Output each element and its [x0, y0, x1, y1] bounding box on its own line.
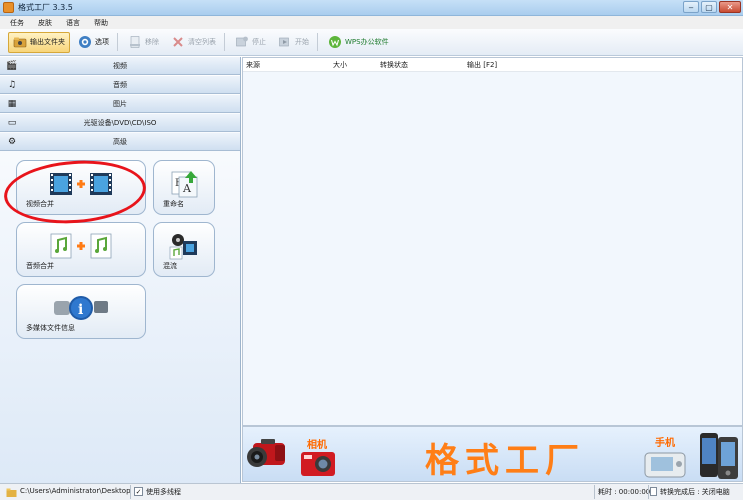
audio-merge-label: 音频合并 [26, 262, 54, 270]
category-picture[interactable]: ▦ 图片 [0, 95, 240, 113]
status-separator [130, 485, 131, 499]
close-button[interactable]: ✕ [719, 1, 741, 13]
digital-camera-icon [301, 452, 335, 476]
audio-merge-icon [50, 233, 112, 259]
gears-icon: ⚙ [7, 136, 17, 147]
after-convert-action[interactable]: 转换完成后 : 关闭电脑 [660, 487, 730, 497]
remove-label: 移除 [145, 38, 159, 46]
rename-tile[interactable]: B A 重命名 [153, 160, 215, 215]
output-folder-label: 输出文件夹 [30, 38, 65, 46]
multithread-label: 使用多线程 [146, 488, 181, 496]
category-video[interactable]: 🎬 视频 [0, 57, 240, 75]
menu-task[interactable]: 任务 [10, 18, 24, 28]
task-list-body [243, 72, 742, 425]
svg-text:A: A [182, 182, 192, 195]
feature-phone-icon [644, 452, 686, 478]
remove-document-icon [130, 36, 140, 48]
clear-list-button[interactable]: 清空列表 [167, 32, 220, 53]
maximize-button[interactable]: ▢ [701, 1, 717, 13]
wps-office-label: WPS办公软件 [345, 38, 389, 46]
media-info-tile[interactable]: i 多媒体文件信息 [16, 284, 146, 339]
media-info-label: 多媒体文件信息 [26, 324, 75, 332]
category-label: 光驱设备\DVD\CD\ISO [83, 118, 157, 127]
smartphone-icon [700, 433, 738, 479]
menu-bar: 任务 皮肤 语言 帮助 [0, 16, 743, 29]
mix-icon [169, 234, 197, 260]
category-label: 图片 [113, 99, 127, 108]
window-title: 格式工厂 3.3.5 [18, 3, 73, 12]
category-advanced[interactable]: ⚙ 高级 [0, 133, 240, 151]
column-source[interactable]: 来源 [246, 60, 260, 70]
column-output[interactable]: 输出 [F2] [467, 60, 497, 70]
category-label: 高级 [113, 137, 127, 146]
task-list[interactable]: 来源 大小 转换状态 输出 [F2] [242, 57, 743, 426]
output-folder-button[interactable]: 输出文件夹 [8, 31, 70, 53]
folder-icon [13, 37, 27, 48]
stop-icon [236, 36, 248, 47]
media-info-icon: i [54, 296, 108, 320]
minimize-button[interactable]: ‒ [683, 1, 699, 13]
menu-language[interactable]: 语言 [66, 18, 80, 28]
stop-label: 停止 [252, 38, 266, 46]
options-button[interactable]: 选项 [74, 32, 113, 53]
device-banner: 相机 格式工厂 手机 [242, 426, 743, 482]
category-audio[interactable]: ♫ 音频 [0, 76, 240, 94]
start-button[interactable]: 开始 [274, 32, 313, 53]
elapsed-time: 耗时 : 00:00:00 [598, 488, 651, 496]
svg-text:i: i [78, 302, 83, 318]
menu-help[interactable]: 帮助 [94, 18, 108, 28]
folder-path-icon [6, 488, 17, 497]
stop-button[interactable]: 停止 [231, 32, 270, 53]
remove-button[interactable]: 移除 [124, 32, 163, 53]
column-status[interactable]: 转换状态 [380, 60, 408, 70]
app-icon [3, 2, 14, 13]
mix-tile[interactable]: 混流 [153, 222, 215, 277]
picture-icon: ▦ [7, 98, 17, 109]
rename-icon: B A [171, 171, 198, 198]
title-bar: 格式工厂 3.3.5 ‒ ▢ ✕ [0, 0, 743, 16]
clear-x-icon [173, 37, 183, 47]
clear-list-label: 清空列表 [188, 38, 216, 46]
start-icon [279, 37, 289, 47]
film-icon: 🎬 [6, 60, 18, 71]
toolbar: 输出文件夹 选项 移除 清空列表 停止 开始 WPS办公软件 [0, 29, 743, 56]
category-label: 音频 [113, 80, 127, 89]
wps-logo-icon [329, 36, 341, 48]
multithread-checkbox[interactable]: ✓ [134, 487, 143, 496]
sidebar: 🎬 视频 ♫ 音频 ▦ 图片 ▭ 光驱设备\DVD\CD\ISO ⚙ 高级 视频… [0, 57, 241, 483]
options-gear-icon [79, 36, 91, 48]
status-separator [594, 485, 595, 499]
brand-title: 格式工厂 [425, 441, 585, 481]
column-size[interactable]: 大小 [333, 60, 347, 70]
start-label: 开始 [295, 38, 309, 46]
category-label: 视频 [113, 61, 127, 70]
mix-label: 混流 [163, 262, 177, 270]
toolbar-separator [317, 33, 318, 51]
task-list-header: 来源 大小 转换状态 输出 [F2] [243, 58, 742, 72]
rename-label: 重命名 [163, 200, 184, 208]
status-separator [648, 485, 649, 499]
menu-skin[interactable]: 皮肤 [38, 18, 52, 28]
music-note-icon: ♫ [7, 79, 17, 90]
disc-drive-icon: ▭ [7, 117, 17, 128]
wps-office-button[interactable]: WPS办公软件 [324, 32, 393, 53]
status-bar: C:\Users\Administrator\Desktop ✓ 使用多线程 耗… [0, 483, 743, 500]
toolbar-separator [224, 33, 225, 51]
toolbar-separator [117, 33, 118, 51]
category-disc-device[interactable]: ▭ 光驱设备\DVD\CD\ISO [0, 114, 240, 132]
camcorder-icon [247, 439, 285, 467]
window-controls: ‒ ▢ ✕ [683, 1, 741, 13]
after-convert-icon[interactable] [650, 487, 657, 496]
audio-merge-tile[interactable]: 音频合并 [16, 222, 146, 277]
options-label: 选项 [95, 38, 109, 46]
output-path[interactable]: C:\Users\Administrator\Desktop [20, 487, 131, 495]
